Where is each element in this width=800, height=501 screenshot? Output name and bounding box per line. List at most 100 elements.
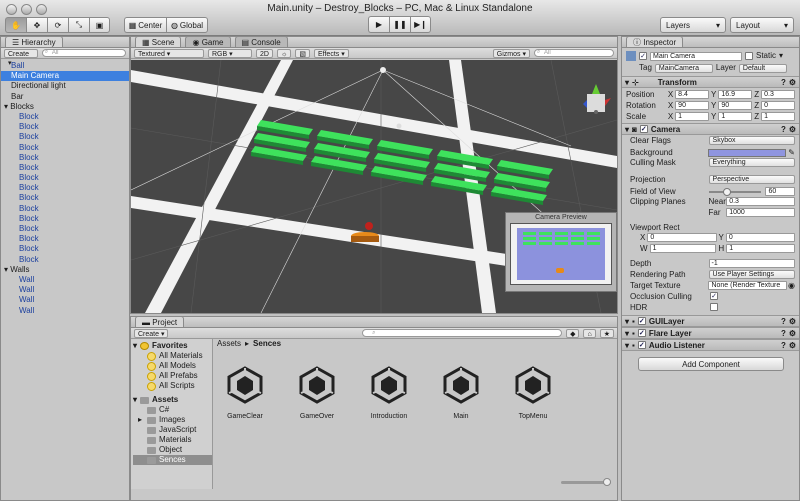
breadcrumb-current[interactable]: Sences <box>253 339 281 348</box>
camera-gizmo-icon[interactable] <box>396 123 402 129</box>
icon-size-slider[interactable] <box>561 478 611 486</box>
static-checkbox[interactable] <box>745 52 753 60</box>
hierarchy-create-dropdown[interactable]: Create ▾ <box>4 48 38 67</box>
culling-dropdown[interactable]: Everything <box>708 158 795 167</box>
near-input[interactable]: 0.3 <box>726 197 795 206</box>
lighting-toggle[interactable]: ☼ <box>276 48 292 58</box>
scene-asset[interactable]: GameOver <box>295 365 339 420</box>
global-toggle[interactable]: ◍ Global <box>166 17 208 33</box>
center-toggle[interactable]: ▦ Center <box>124 17 166 33</box>
hierarchy-child-item[interactable]: Block <box>1 112 129 122</box>
help-icon[interactable]: ? <box>781 317 786 326</box>
help-icon[interactable]: ? <box>781 329 786 338</box>
hierarchy-child-item[interactable]: Block <box>1 224 129 234</box>
scale-y-input[interactable]: 1 <box>718 112 753 121</box>
close-window-button[interactable] <box>6 4 17 15</box>
folder-item[interactable]: Materials <box>133 435 212 445</box>
pause-button[interactable]: ❚❚ <box>389 16 410 33</box>
rotation-z-input[interactable]: 0 <box>761 101 795 110</box>
hierarchy-item[interactable]: Ball <box>1 61 129 71</box>
hierarchy-group-blocks[interactable]: ▾ Blocks <box>1 102 129 112</box>
viewport-x-input[interactable]: 0 <box>647 233 717 242</box>
active-checkbox[interactable]: ✓ <box>639 52 647 60</box>
position-y-input[interactable]: 16.9 <box>718 90 753 99</box>
component-enabled-checkbox[interactable]: ✓ <box>637 329 646 337</box>
component-enabled-checkbox[interactable]: ✓ <box>637 341 646 349</box>
component-header[interactable]: ▾ ▪ ✓ Flare Layer? ⚙ <box>622 327 799 339</box>
position-z-input[interactable]: 0.3 <box>761 90 795 99</box>
gear-icon[interactable]: ⚙ <box>789 78 796 87</box>
favorite-item[interactable]: All Models <box>133 361 212 371</box>
tab-inspector[interactable]: ⓘ Inspector <box>626 36 684 47</box>
scale-z-input[interactable]: 1 <box>761 112 795 121</box>
layers-dropdown[interactable]: Layers ▾ <box>660 17 726 33</box>
hierarchy-child-item[interactable]: Block <box>1 143 129 153</box>
folder-item[interactable]: Sences <box>133 455 212 465</box>
scene-search-input[interactable]: ⌕ All <box>534 49 614 57</box>
render-mode-dropdown[interactable]: RGB ▾ <box>208 48 252 58</box>
eyedropper-icon[interactable]: ✎ <box>786 148 795 158</box>
effects-dropdown[interactable]: Effects ▾ <box>314 48 349 58</box>
play-button[interactable]: ▶ <box>368 16 389 33</box>
breadcrumb-root[interactable]: Assets <box>217 339 241 348</box>
rect-tool-button[interactable]: ▣ <box>89 17 110 33</box>
disclosure-closed-icon[interactable]: ▸ <box>138 415 142 425</box>
camera-header[interactable]: ▾ ◙ ✓ Camera ? ⚙ <box>622 123 799 135</box>
hierarchy-item[interactable]: Bar <box>1 92 129 102</box>
occlusion-checkbox[interactable]: ✓ <box>710 292 718 300</box>
chevron-down-icon[interactable]: ▾ <box>779 51 783 61</box>
favorite-item[interactable]: All Materials <box>133 351 212 361</box>
hierarchy-child-item[interactable]: Block <box>1 173 129 183</box>
transform-header[interactable]: ▾ ⊹ Transform ? ⚙ <box>622 76 799 88</box>
hierarchy-child-item[interactable]: Block <box>1 193 129 203</box>
component-enabled-checkbox[interactable]: ✓ <box>637 317 646 325</box>
hierarchy-child-item[interactable]: Wall <box>1 306 129 316</box>
background-color-field[interactable] <box>708 148 787 157</box>
favorite-item[interactable]: All Prefabs <box>133 371 212 381</box>
depth-input[interactable]: -1 <box>708 259 795 268</box>
orientation-gizmo[interactable] <box>583 84 611 114</box>
folder-item[interactable]: C# <box>133 405 212 415</box>
hierarchy-child-item[interactable]: Block <box>1 214 129 224</box>
hierarchy-item-selected[interactable]: Main Camera <box>1 71 129 82</box>
tag-dropdown[interactable]: MainCamera <box>654 63 713 73</box>
2d-toggle[interactable]: 2D <box>256 48 273 58</box>
viewport-h-input[interactable]: 1 <box>726 244 795 253</box>
scene-viewport[interactable]: Camera Preview <box>131 60 617 313</box>
hierarchy-child-item[interactable]: Block <box>1 163 129 173</box>
slider-thumb[interactable] <box>603 478 611 486</box>
favorites-header[interactable]: ▾ Favorites <box>133 341 212 351</box>
add-component-button[interactable]: Add Component <box>638 357 784 371</box>
hierarchy-child-item[interactable]: Block <box>1 122 129 132</box>
target-texture-field[interactable]: None (Render Texture <box>708 281 788 290</box>
hdr-checkbox[interactable] <box>710 303 718 311</box>
step-button[interactable]: ▶❙ <box>410 16 431 33</box>
hand-tool-button[interactable]: ✋ <box>5 17 26 33</box>
help-icon[interactable]: ? <box>781 78 786 87</box>
object-name-input[interactable]: Main Camera <box>650 51 742 61</box>
viewport-y-input[interactable]: 0 <box>725 233 795 242</box>
object-picker-icon[interactable]: ◉ <box>787 281 795 292</box>
hierarchy-child-item[interactable]: Block <box>1 244 129 254</box>
gear-icon[interactable]: ⚙ <box>789 329 796 338</box>
hierarchy-child-item[interactable]: Block <box>1 183 129 193</box>
favorite-item[interactable]: All Scripts <box>133 381 212 391</box>
fov-slider-thumb[interactable] <box>722 187 731 196</box>
tab-hierarchy[interactable]: ☰ Hierarchy <box>5 36 63 47</box>
tab-game[interactable]: ◉ Game <box>185 36 231 47</box>
hierarchy-item[interactable]: Directional light <box>1 81 129 91</box>
audio-toggle[interactable]: ▧ <box>295 48 310 58</box>
scene-asset[interactable]: Introduction <box>367 365 411 420</box>
gear-icon[interactable]: ⚙ <box>789 125 796 134</box>
clear-flags-dropdown[interactable]: Skybox <box>708 136 795 145</box>
component-header[interactable]: ▾ ▪ ✓ GUILayer? ⚙ <box>622 315 799 327</box>
project-create-dropdown[interactable]: Create ▾ <box>134 328 169 338</box>
scene-asset[interactable]: GameClear <box>223 365 267 420</box>
help-icon[interactable]: ? <box>781 341 786 350</box>
rotate-tool-button[interactable]: ⟳ <box>47 17 68 33</box>
hierarchy-child-item[interactable]: Block <box>1 255 129 265</box>
light-icon[interactable] <box>380 67 386 73</box>
folder-item[interactable]: Object <box>133 445 212 455</box>
camera-enabled-checkbox[interactable]: ✓ <box>639 125 648 133</box>
hierarchy-group-walls[interactable]: ▾ Walls <box>1 265 129 275</box>
